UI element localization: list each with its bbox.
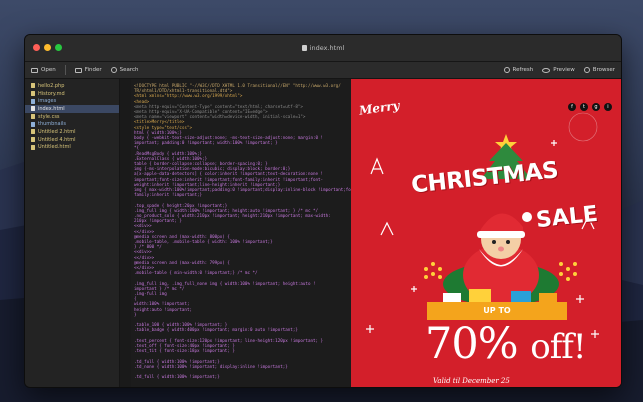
finder-label: Finder bbox=[84, 67, 102, 73]
refresh-button[interactable]: Refresh bbox=[503, 67, 534, 73]
sidebar-file-item[interactable]: hello2.php bbox=[25, 82, 119, 90]
sidebar-file-item[interactable]: History.md bbox=[25, 90, 119, 98]
sidebar-file-item[interactable]: index.html bbox=[25, 105, 119, 113]
sidebar-file-label: index.html bbox=[38, 105, 65, 112]
html-file-icon bbox=[31, 106, 35, 112]
code-line: .mobile-table { min-width:0 !important;}… bbox=[134, 270, 258, 276]
window-controls bbox=[33, 44, 62, 51]
toolbar-divider bbox=[64, 65, 66, 75]
sidebar-file-item[interactable]: images bbox=[25, 97, 119, 105]
code-editor[interactable]: <!DOCTYPE html PUBLIC "-//W3C//DTD XHTML… bbox=[120, 79, 351, 387]
social-icons: ftgi bbox=[568, 103, 612, 111]
discount-text: 70% off! bbox=[425, 319, 587, 369]
search-button[interactable]: Search bbox=[110, 67, 139, 73]
browser-button[interactable]: Browser bbox=[583, 67, 615, 73]
sidebar-file-label: thumbnails bbox=[38, 121, 66, 128]
search-label: Search bbox=[119, 67, 139, 73]
folder-open-icon bbox=[31, 67, 38, 73]
line-number-gutter bbox=[120, 79, 131, 387]
social-icon[interactable]: i bbox=[604, 103, 612, 111]
document-icon bbox=[301, 45, 307, 51]
sidebar-icon bbox=[74, 67, 82, 73]
social-icon[interactable]: t bbox=[580, 103, 588, 111]
title-bar[interactable]: index.html bbox=[25, 35, 621, 62]
html-file-icon bbox=[31, 144, 35, 150]
compass-icon bbox=[583, 67, 590, 73]
file-sidebar: hello2.php History.md images index.html styl… bbox=[25, 79, 120, 387]
sidebar-file-label: hello2.php bbox=[38, 82, 65, 89]
refresh-icon bbox=[503, 67, 510, 73]
code-line: family:inherit !important;} bbox=[134, 192, 203, 198]
toolbar: Open Finder Search Refresh Preview Brows… bbox=[25, 62, 621, 79]
preview-pane[interactable]: Merry ftgi CHRISTMAS SALE UP TO 70% off!… bbox=[351, 79, 621, 387]
md-file-icon bbox=[31, 91, 35, 97]
folder-icon bbox=[31, 98, 35, 104]
sidebar-file-label: style.css bbox=[38, 113, 60, 120]
code-line: .td_none { width:100% !important; displa… bbox=[134, 363, 288, 369]
open-button[interactable]: Open bbox=[31, 67, 56, 73]
close-window-button[interactable] bbox=[33, 44, 40, 51]
sidebar-file-label: History.md bbox=[38, 90, 65, 97]
sidebar-file-label: images bbox=[38, 98, 57, 105]
html-file-icon bbox=[31, 129, 35, 135]
sidebar-file-item[interactable]: Untitled.html bbox=[25, 144, 119, 152]
discount-off: off! bbox=[530, 327, 586, 367]
code-line: .img-full img bbox=[134, 291, 167, 296]
eye-icon bbox=[542, 67, 551, 73]
sidebar-file-label: Untitled.html bbox=[38, 144, 71, 151]
open-label: Open bbox=[41, 67, 56, 73]
sidebar-file-item[interactable]: style.css bbox=[25, 113, 119, 121]
editor-window: index.html Open Finder Search Refresh Pr… bbox=[24, 34, 622, 388]
html-file-icon bbox=[31, 137, 35, 143]
social-icon[interactable]: g bbox=[592, 103, 600, 111]
css-file-icon bbox=[31, 114, 35, 120]
sidebar-file-item[interactable]: thumbnails bbox=[25, 120, 119, 128]
zoom-window-button[interactable] bbox=[55, 44, 62, 51]
sidebar-file-item[interactable]: Untitled 2.html bbox=[25, 128, 119, 136]
social-icon[interactable]: f bbox=[568, 103, 576, 111]
code-line: <html xmlns="http://www.w3.org/1999/xhtm… bbox=[134, 93, 243, 99]
code-line: height:auto !important; bbox=[134, 306, 192, 312]
minimize-window-button[interactable] bbox=[44, 44, 51, 51]
code-line: .table_badge { width:400px !important; m… bbox=[134, 327, 298, 333]
code-line: .td_full { width:100% !important;} bbox=[134, 374, 220, 380]
browser-label: Browser bbox=[592, 67, 615, 73]
sidebar-file-label: Untitled 2.html bbox=[38, 128, 76, 135]
folder-icon bbox=[31, 121, 35, 127]
preview-label: Preview bbox=[553, 67, 575, 73]
code-line: .text_tit { font-size:18px !important; } bbox=[134, 348, 235, 354]
window-title: index.html bbox=[309, 44, 345, 52]
search-icon bbox=[110, 67, 117, 73]
finder-button[interactable]: Finder bbox=[74, 67, 102, 73]
php-file-icon bbox=[31, 83, 35, 89]
sidebar-file-item[interactable]: Untitled 4.html bbox=[25, 136, 119, 144]
up-to-ribbon: UP TO bbox=[419, 302, 575, 324]
sidebar-file-label: Untitled 4.html bbox=[38, 136, 76, 143]
code-line: } bbox=[134, 311, 137, 317]
valid-until-text: Valid til December 25 bbox=[433, 377, 510, 385]
refresh-label: Refresh bbox=[512, 67, 534, 73]
code-line: important; padding:0 !important; width:1… bbox=[134, 140, 278, 146]
discount-percent: 70% bbox=[425, 319, 519, 369]
preview-button[interactable]: Preview bbox=[542, 67, 575, 73]
